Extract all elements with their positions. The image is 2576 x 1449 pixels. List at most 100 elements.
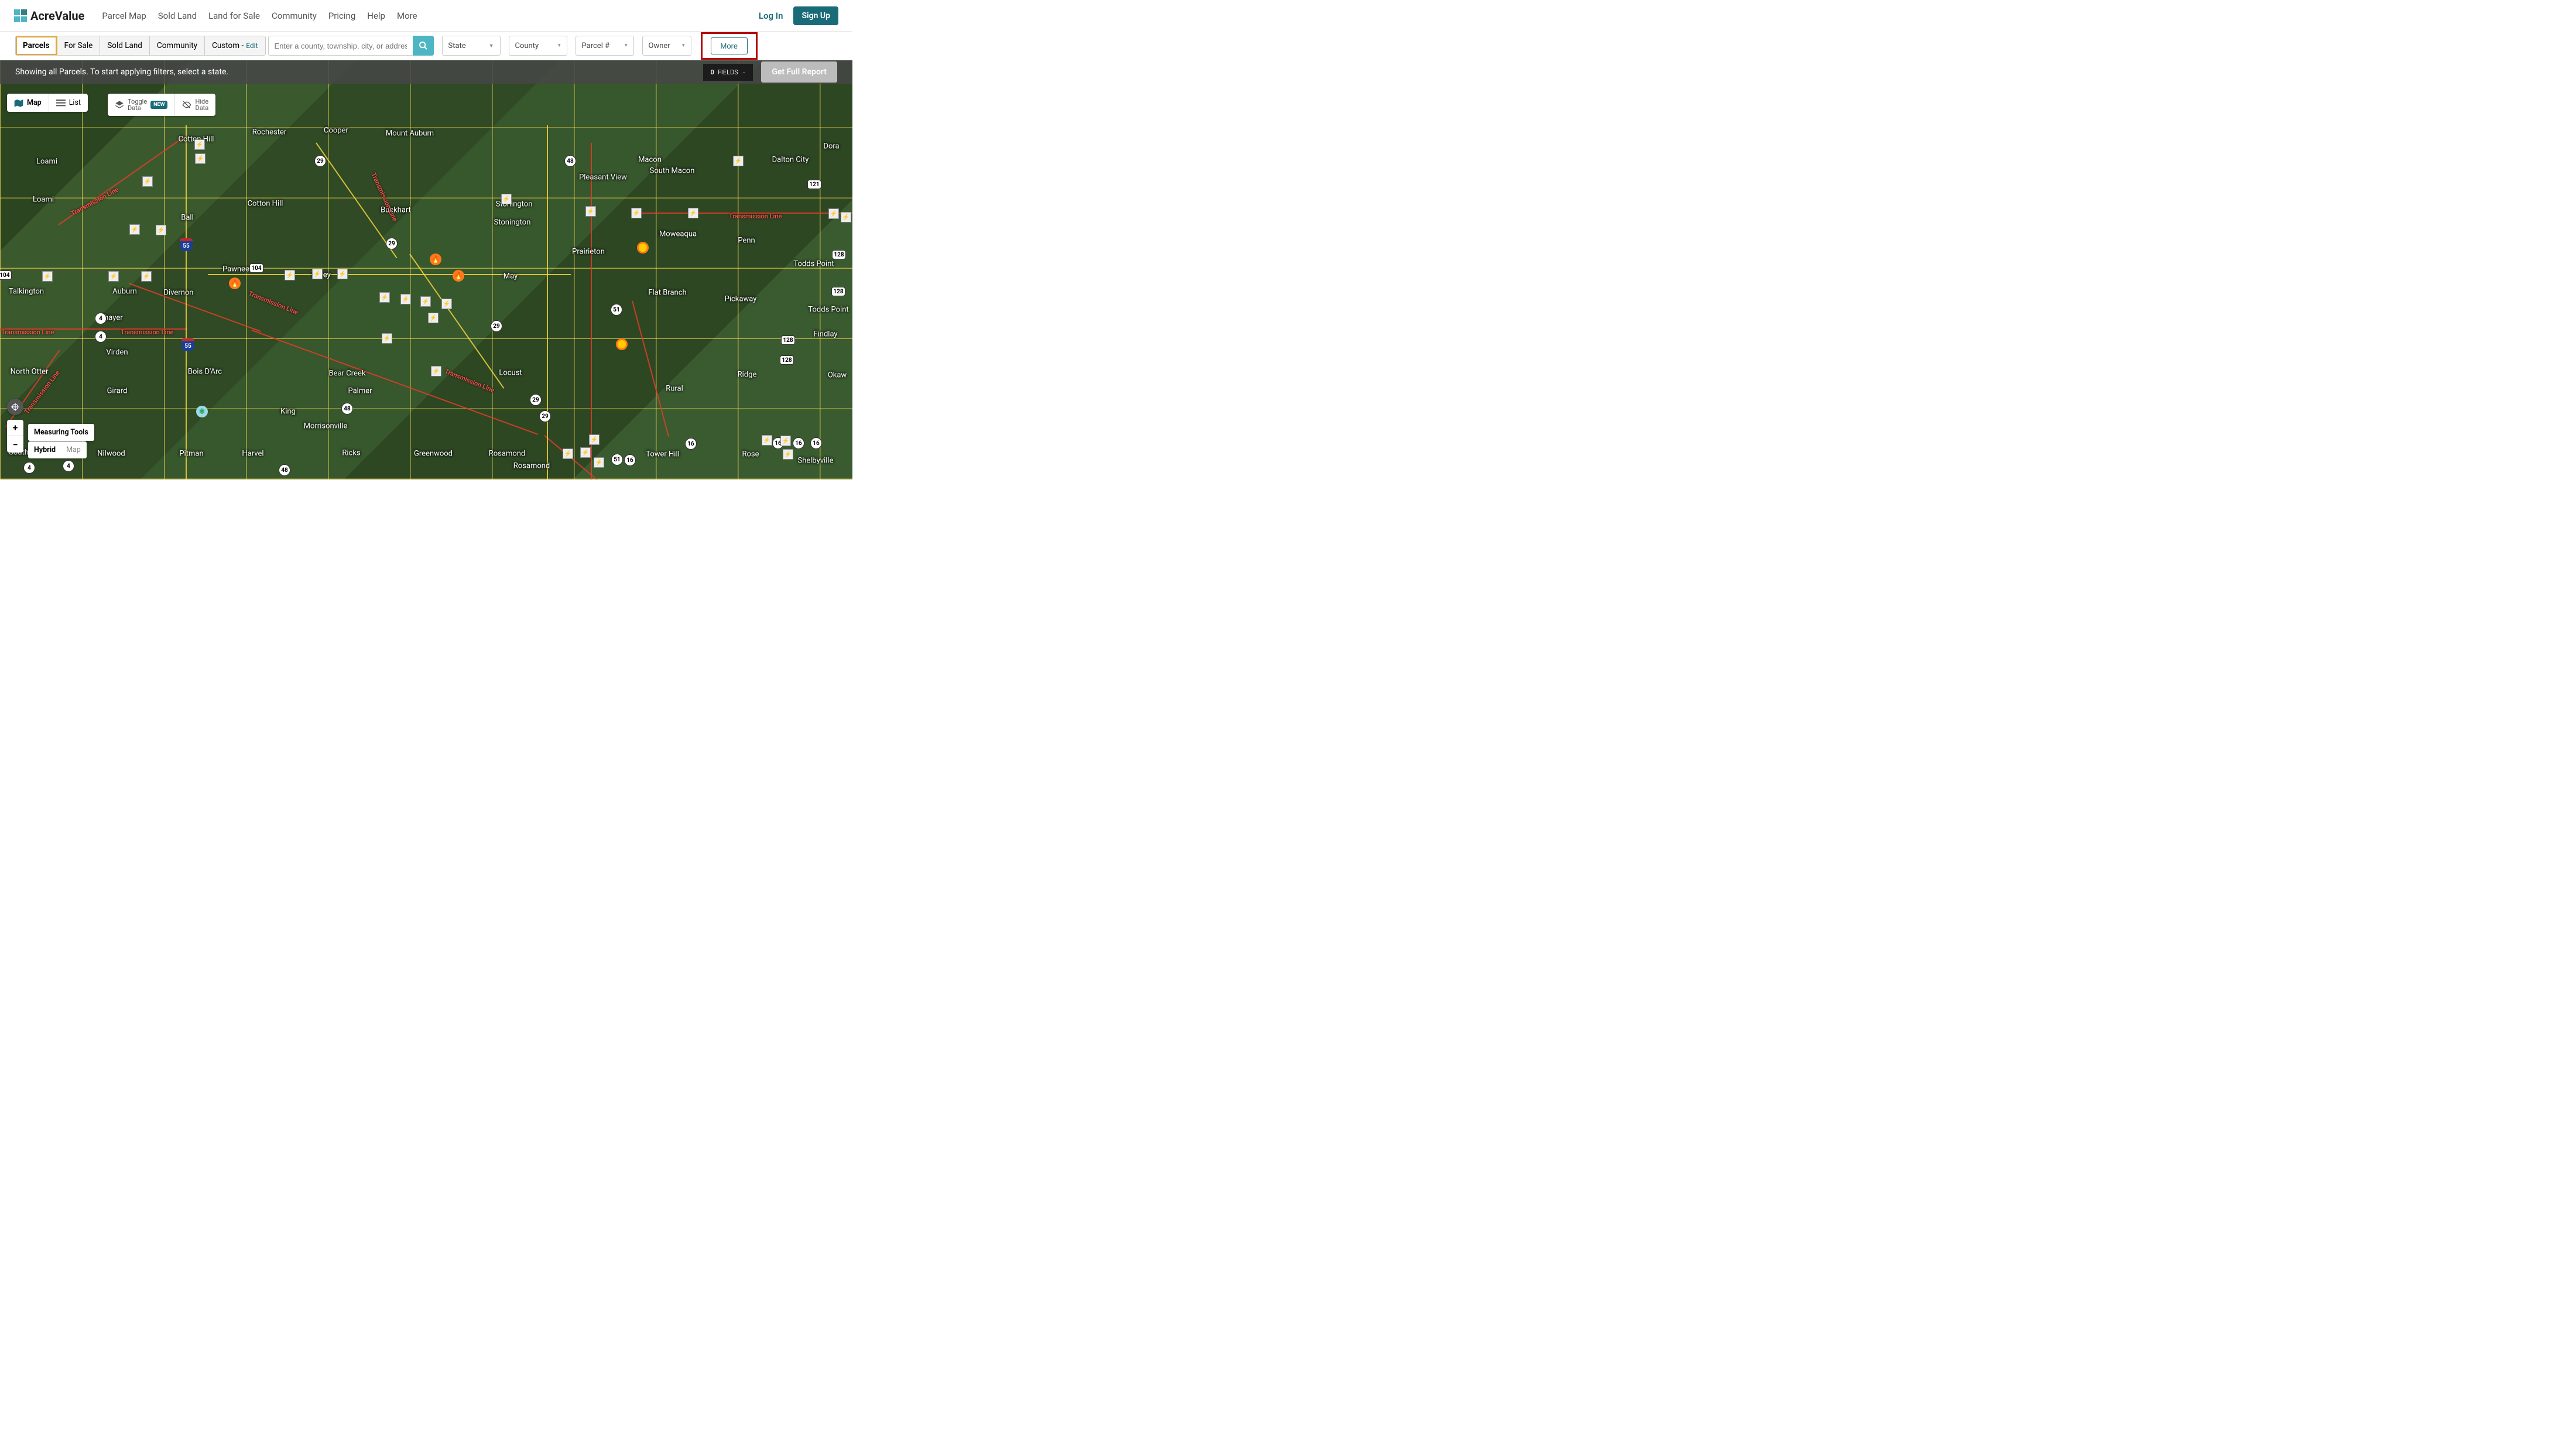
toggle-data-button[interactable]: Toggle Data NEW bbox=[108, 94, 175, 116]
zoom-control: + − bbox=[7, 420, 23, 453]
fields-selector[interactable]: 0 FIELDS ⌄ bbox=[703, 64, 753, 81]
substation-icon: ⚡ bbox=[129, 224, 140, 235]
more-filters-button[interactable]: More bbox=[711, 37, 748, 54]
route-shield: 4 bbox=[95, 331, 107, 342]
place-label: King bbox=[280, 407, 296, 416]
place-label: Rural bbox=[666, 385, 683, 393]
chevron-down-icon: ⌄ bbox=[742, 69, 746, 75]
caret-icon: ▼ bbox=[489, 43, 494, 49]
place-label: Talkington bbox=[9, 287, 44, 296]
tab-custom-label: Custom - bbox=[212, 41, 244, 50]
route-shield: 29 bbox=[314, 155, 326, 167]
get-full-report-button[interactable]: Get Full Report bbox=[761, 61, 837, 83]
place-label: Shelbyville bbox=[798, 457, 834, 465]
layer-tabs: Parcels For Sale Sold Land Community Cus… bbox=[15, 36, 266, 56]
place-label: Pawnee bbox=[222, 265, 249, 274]
substation-icon: ⚡ bbox=[762, 435, 772, 446]
crosshair-icon bbox=[11, 403, 19, 411]
logo-text: AcreValue bbox=[30, 9, 84, 23]
tab-community[interactable]: Community bbox=[150, 36, 205, 55]
zoom-out-button[interactable]: − bbox=[7, 436, 23, 453]
road-line bbox=[632, 301, 669, 437]
hide-data-button[interactable]: Hide Data bbox=[175, 94, 215, 116]
substation-icon: ⚡ bbox=[594, 457, 604, 468]
owner-dropdown[interactable]: Owner▾ bbox=[642, 36, 691, 56]
road-line bbox=[58, 137, 183, 225]
new-badge: NEW bbox=[150, 101, 167, 109]
list-view-button[interactable]: List bbox=[49, 94, 88, 112]
nav-pricing[interactable]: Pricing bbox=[328, 11, 355, 21]
place-label: Buckhart bbox=[381, 206, 411, 215]
road-line bbox=[544, 435, 643, 479]
road-line bbox=[547, 125, 548, 479]
basemap-hybrid[interactable]: Hybrid bbox=[34, 446, 56, 454]
substation-icon: ⚡ bbox=[194, 139, 205, 150]
logo-icon bbox=[14, 9, 27, 22]
transmission-line-label: Transmission Line bbox=[369, 172, 399, 222]
nav-sold-land[interactable]: Sold Land bbox=[158, 11, 197, 21]
place-label: Ridge bbox=[738, 371, 757, 379]
tab-parcels[interactable]: Parcels bbox=[16, 36, 57, 55]
tab-sold-land[interactable]: Sold Land bbox=[100, 36, 150, 55]
search-wrap bbox=[268, 36, 434, 56]
logo[interactable]: AcreValue bbox=[14, 9, 84, 23]
nav-help[interactable]: Help bbox=[367, 11, 385, 21]
map-canvas[interactable]: LoamiLoamiBallCotton HillCotton HillBuck… bbox=[0, 60, 852, 479]
flame-icon: 🔥 bbox=[453, 270, 464, 282]
nav-parcel-map[interactable]: Parcel Map bbox=[102, 11, 146, 21]
place-label: Mount Auburn bbox=[386, 129, 434, 138]
wind-icon: ✱ bbox=[196, 406, 208, 417]
route-shield: 51 bbox=[611, 304, 622, 316]
route-shield: 16 bbox=[685, 438, 697, 450]
substation-icon: ⚡ bbox=[688, 208, 698, 218]
zoom-in-button[interactable]: + bbox=[7, 420, 23, 436]
basemap-map[interactable]: Map bbox=[66, 446, 81, 454]
nav-more[interactable]: More bbox=[397, 11, 417, 21]
route-shield: 16 bbox=[624, 454, 636, 466]
search-button[interactable] bbox=[413, 36, 434, 56]
tab-custom-edit[interactable]: Edit bbox=[246, 42, 258, 50]
tab-for-sale[interactable]: For Sale bbox=[57, 36, 101, 55]
road-line bbox=[252, 330, 538, 435]
county-dropdown[interactable]: County▾ bbox=[509, 36, 567, 56]
place-label: North Otter bbox=[11, 368, 49, 376]
substation-icon: ⚡ bbox=[431, 366, 441, 376]
search-icon bbox=[419, 41, 428, 50]
substation-icon: ⚡ bbox=[108, 271, 119, 282]
place-label: Okaw bbox=[828, 371, 847, 380]
nav-land-for-sale[interactable]: Land for Sale bbox=[208, 11, 260, 21]
road-line bbox=[632, 213, 852, 214]
place-label: Todds Point bbox=[808, 306, 848, 314]
locate-me-button[interactable] bbox=[7, 399, 23, 415]
info-strip: Showing all Parcels. To start applying f… bbox=[0, 60, 852, 84]
info-text: Showing all Parcels. To start applying f… bbox=[15, 67, 228, 77]
map-view-button[interactable]: Map bbox=[7, 94, 49, 112]
route-shield: 29 bbox=[386, 238, 398, 249]
substation-icon: ⚡ bbox=[195, 153, 205, 164]
route-shield: 128 bbox=[832, 250, 846, 259]
parcel-dropdown[interactable]: Parcel #▾ bbox=[576, 36, 634, 56]
place-label: Virden bbox=[106, 348, 128, 357]
caret-icon: ▾ bbox=[625, 43, 628, 49]
measuring-tools-button[interactable]: Measuring Tools bbox=[28, 424, 94, 441]
route-shield: 29 bbox=[491, 320, 502, 332]
road-line bbox=[316, 142, 397, 258]
tab-custom[interactable]: Custom - Edit bbox=[205, 36, 265, 55]
transmission-line-label: Transmission Line bbox=[70, 186, 120, 217]
place-label: May bbox=[503, 272, 518, 281]
road-line bbox=[5, 350, 60, 427]
top-navbar: AcreValue Parcel Map Sold Land Land for … bbox=[0, 0, 852, 32]
nav-community[interactable]: Community bbox=[272, 11, 317, 21]
place-label: Ball bbox=[181, 214, 194, 222]
state-dropdown[interactable]: State▼ bbox=[442, 36, 501, 56]
place-label: Girard bbox=[107, 387, 128, 396]
place-label: Nilwood bbox=[97, 450, 125, 458]
road-line bbox=[186, 125, 187, 479]
more-highlight-box: More bbox=[701, 32, 758, 60]
route-shield: 128 bbox=[780, 355, 794, 365]
search-input[interactable] bbox=[268, 36, 413, 56]
login-link[interactable]: Log In bbox=[759, 11, 783, 21]
road-line bbox=[208, 274, 571, 275]
signup-button[interactable]: Sign Up bbox=[793, 6, 838, 25]
substation-icon: ⚡ bbox=[828, 208, 839, 219]
